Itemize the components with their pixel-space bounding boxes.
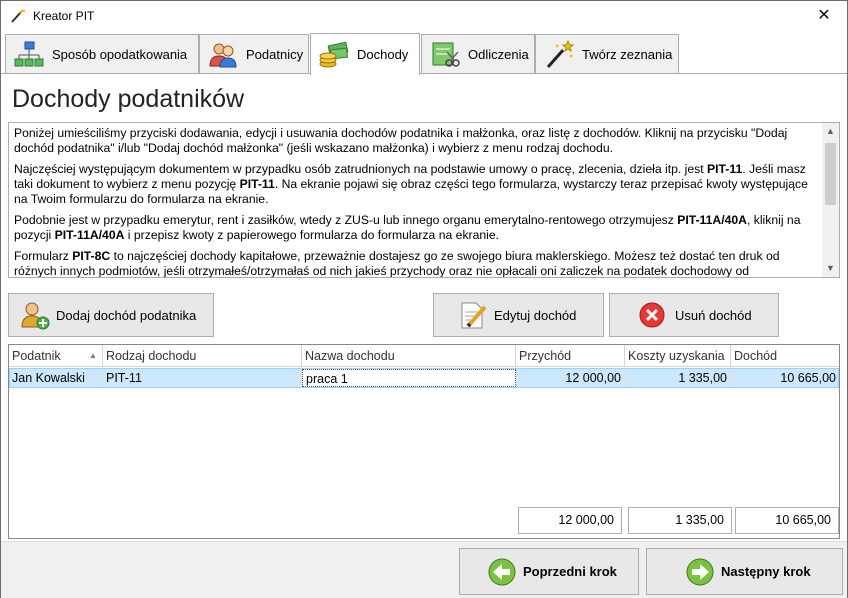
info-paragraph: Poniżej umieściliśmy przyciski dodawania… <box>14 126 788 155</box>
tab-label: Odliczenia <box>468 47 529 62</box>
button-label: Usuń dochód <box>675 307 752 323</box>
cell-koszty: 1 335,00 <box>625 369 731 387</box>
tab-label: Sposób opodatkowania <box>52 47 188 62</box>
column-header-dochod[interactable]: Dochód <box>731 345 839 367</box>
button-label: Dodaj dochód podatnika <box>56 307 197 323</box>
tab-label: Dochody <box>357 47 409 62</box>
tab-odliczenia[interactable]: Odliczenia <box>421 34 535 74</box>
button-label: Następny krok <box>721 564 811 579</box>
total-net-field: 10 665,00 <box>735 507 839 534</box>
total-income-field: 12 000,00 <box>518 507 622 534</box>
window-title: Kreator PIT <box>33 9 95 23</box>
table-row[interactable]: Jan Kowalski PIT-11 praca 1 12 000,00 1 … <box>9 368 839 388</box>
users-icon <box>209 43 237 67</box>
scroll-down-icon[interactable]: ▼ <box>822 260 839 277</box>
network-icon <box>14 41 44 66</box>
delete-icon <box>639 302 665 328</box>
info-paragraph: Podobnie jest w przypadku emerytur, rent… <box>14 213 801 242</box>
info-text: Poniżej umieściliśmy przyciski dodawania… <box>14 126 819 278</box>
money-icon <box>319 41 349 67</box>
close-button[interactable]: ✕ <box>801 1 847 31</box>
tab-sposob-opodatkowania[interactable]: Sposób opodatkowania <box>5 34 199 74</box>
previous-step-button[interactable]: Poprzedni krok <box>459 548 639 595</box>
deduction-icon <box>432 42 460 67</box>
footer-bar: Poprzedni krok Następny krok <box>1 541 847 598</box>
edit-income-button[interactable]: Edytuj dochód <box>433 293 604 337</box>
tab-tworz-zeznania[interactable]: Twórz zeznania <box>535 34 679 74</box>
cell-podatnik: Jan Kowalski <box>9 369 103 387</box>
column-header-podatnik[interactable]: Podatnik ▲ <box>9 345 103 367</box>
cell-nazwa: praca 1 <box>302 369 516 387</box>
vertical-scrollbar[interactable]: ▲ ▼ <box>822 123 839 277</box>
delete-income-button[interactable]: Usuń dochód <box>609 293 779 337</box>
add-income-button[interactable]: Dodaj dochód podatnika <box>8 293 214 337</box>
total-costs-field: 1 335,00 <box>628 507 732 534</box>
column-header-nazwa[interactable]: Nazwa dochodu <box>302 345 516 367</box>
cell-przychod: 12 000,00 <box>516 369 625 387</box>
arrow-right-icon <box>686 558 714 585</box>
info-paragraph: Najczęściej występującym dokumentem w pr… <box>14 162 808 206</box>
info-paragraph: Formularz PIT-8C to najczęściej dochody … <box>14 249 780 278</box>
tab-label: Podatnicy <box>246 47 304 62</box>
tab-label: Twórz zeznania <box>582 47 673 62</box>
scroll-up-icon[interactable]: ▲ <box>822 123 839 140</box>
tab-bar: Sposób opodatkowania Podatnicy Dochody O… <box>3 33 845 75</box>
tab-podatnicy[interactable]: Podatnicy <box>199 34 309 74</box>
button-label: Poprzedni krok <box>523 564 617 579</box>
tab-divider <box>1 73 847 74</box>
title-bar: Kreator PIT ✕ <box>1 1 847 31</box>
button-label: Edytuj dochód <box>494 307 577 323</box>
column-header-przychod[interactable]: Przychód <box>516 345 625 367</box>
page-title: Dochody podatników <box>12 85 245 113</box>
arrow-left-icon <box>488 558 516 585</box>
kreator-pit-window: Kreator PIT ✕ Sposób opodatkowania Podat… <box>0 0 848 598</box>
info-text-box[interactable]: Poniżej umieściliśmy przyciski dodawania… <box>8 122 840 278</box>
sort-ascending-icon: ▲ <box>89 351 97 360</box>
table-header: Podatnik ▲ Rodzaj dochodu Nazwa dochodu P… <box>9 345 839 367</box>
edit-document-icon <box>461 302 487 329</box>
column-header-rodzaj[interactable]: Rodzaj dochodu <box>103 345 302 367</box>
wand-icon <box>546 39 574 68</box>
scrollbar-thumb[interactable] <box>825 143 836 205</box>
next-step-button[interactable]: Następny krok <box>646 548 843 595</box>
cell-dochod: 10 665,00 <box>780 371 836 385</box>
column-header-koszty[interactable]: Koszty uzyskania <box>625 345 731 367</box>
add-user-icon <box>21 302 50 330</box>
tab-dochody[interactable]: Dochody <box>310 33 420 75</box>
magic-wand-icon <box>11 9 26 23</box>
cell-rodzaj: PIT-11 <box>103 369 302 387</box>
